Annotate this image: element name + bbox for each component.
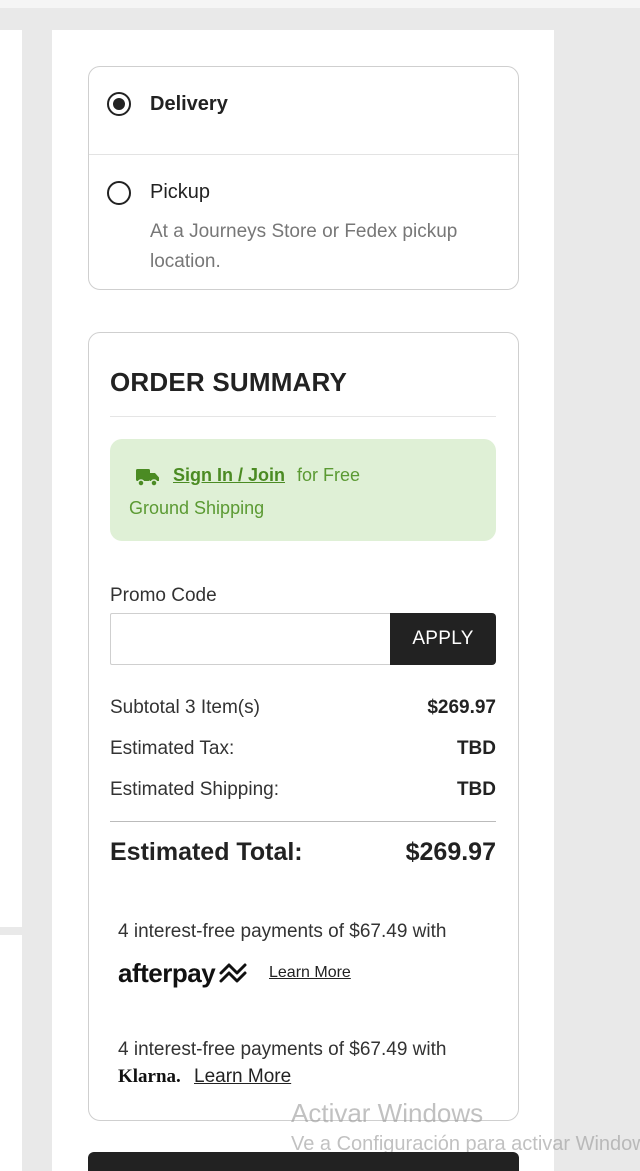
klarna-logo: Klarna. bbox=[118, 1066, 181, 1087]
left-content-panel bbox=[0, 30, 22, 927]
promo-code-label: Promo Code bbox=[110, 585, 217, 606]
subtotal-label: Subtotal 3 Item(s) bbox=[110, 697, 260, 718]
pickup-description: At a Journeys Store or Fedex pickup loca… bbox=[150, 221, 458, 272]
total-divider bbox=[110, 821, 496, 822]
klarna-learn-more-link[interactable]: Learn More bbox=[194, 1066, 291, 1088]
free-shipping-text-line2: Ground Shipping bbox=[129, 498, 265, 518]
free-shipping-text: for Free bbox=[297, 465, 361, 485]
afterpay-logo: afterpay bbox=[118, 957, 264, 989]
pickup-radio[interactable] bbox=[107, 181, 131, 205]
divider bbox=[110, 416, 496, 417]
fulfillment-options: Delivery Pickup At a Journeys Store or F… bbox=[88, 66, 519, 290]
afterpay-wordmark: afterpay bbox=[118, 957, 216, 988]
delivery-label: Delivery bbox=[150, 93, 228, 115]
delivery-radio[interactable] bbox=[107, 92, 131, 116]
afterpay-learn-more-link[interactable]: Learn More bbox=[269, 964, 351, 982]
estimated-total-value: $269.97 bbox=[405, 838, 496, 866]
delivery-option[interactable]: Delivery bbox=[89, 67, 518, 155]
klarna-message: 4 interest-free payments of $67.49 with bbox=[118, 1039, 447, 1060]
estimated-shipping-label: Estimated Shipping: bbox=[110, 779, 279, 800]
order-summary: ORDER SUMMARY Sign In / Join for Free Gr… bbox=[88, 332, 519, 1121]
truck-icon bbox=[136, 469, 159, 487]
promo-code-input[interactable] bbox=[110, 613, 391, 665]
afterpay-arrows-icon bbox=[219, 963, 247, 983]
apply-promo-button[interactable]: APPLY bbox=[390, 613, 496, 665]
checkout-button[interactable] bbox=[88, 1152, 519, 1171]
pickup-option[interactable]: Pickup At a Journeys Store or Fedex pick… bbox=[89, 155, 518, 289]
free-shipping-banner: Sign In / Join for Free Ground Shipping bbox=[110, 439, 496, 541]
sign-in-join-link[interactable]: Sign In / Join bbox=[173, 465, 285, 486]
estimated-total-label: Estimated Total: bbox=[110, 838, 303, 866]
estimated-shipping-value: TBD bbox=[456, 779, 496, 800]
afterpay-message: 4 interest-free payments of $67.49 with bbox=[118, 921, 447, 942]
pickup-label: Pickup bbox=[150, 181, 211, 203]
estimated-tax-label: Estimated Tax: bbox=[110, 738, 235, 759]
estimated-tax-value: TBD bbox=[456, 738, 496, 759]
windows-activation-watermark: Activar Windows bbox=[291, 1098, 484, 1128]
left-content-panel-lower bbox=[0, 935, 22, 1171]
order-summary-title: ORDER SUMMARY bbox=[110, 367, 348, 397]
subtotal-value: $269.97 bbox=[427, 697, 496, 718]
top-strip bbox=[0, 0, 640, 8]
